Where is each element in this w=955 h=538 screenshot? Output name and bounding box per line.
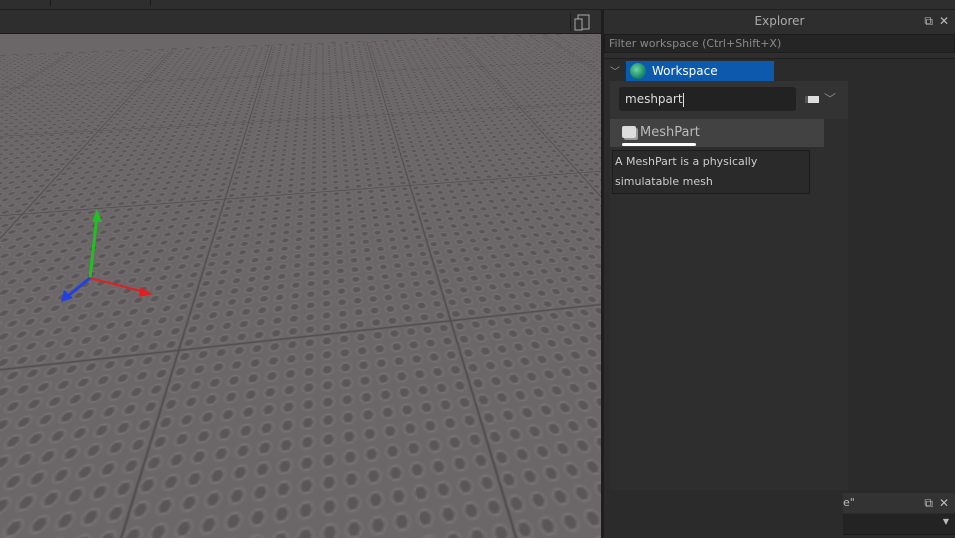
3d-viewport[interactable] <box>0 34 601 538</box>
annotation-underline <box>622 143 696 146</box>
explorer-tree: ﹀ Workspace meshpart ﹀ MeshPart A MeshPa… <box>604 58 955 490</box>
explorer-panel: Explorer ⧉ ✕ Filter workspace (Ctrl+Shift… <box>604 10 955 490</box>
x-axis-arrow <box>90 278 145 292</box>
dropdown-arrow-icon: ▼ <box>943 517 949 526</box>
y-axis-head <box>92 209 102 222</box>
insert-result-meshpart[interactable]: MeshPart <box>610 119 824 147</box>
viewport-toolbar <box>0 10 602 34</box>
explorer-title: Explorer <box>755 14 805 28</box>
toggle-icon[interactable] <box>805 96 819 103</box>
workspace-globe-icon <box>630 63 646 79</box>
top-bar <box>0 0 955 10</box>
properties-title-bar: e" ⧉ ✕ <box>843 490 955 513</box>
insert-object-popup: meshpart ﹀ MeshPart A MeshPart is a phys… <box>610 81 848 491</box>
divider <box>150 0 151 6</box>
tree-continuation <box>604 490 843 538</box>
result-label: MeshPart <box>640 125 700 140</box>
filter-workspace-input[interactable]: Filter workspace (Ctrl+Shift+X) <box>604 34 955 53</box>
close-icon[interactable]: ✕ <box>939 493 949 513</box>
meshpart-icon <box>622 126 636 138</box>
insert-search-input[interactable]: meshpart <box>619 87 796 111</box>
properties-title: e" <box>843 496 855 509</box>
tree-item-workspace[interactable]: ﹀ Workspace <box>604 61 774 81</box>
close-icon[interactable]: ✕ <box>939 10 949 32</box>
float-window-icon[interactable]: ⧉ <box>924 10 933 32</box>
device-emulator-icon[interactable] <box>570 13 598 31</box>
insert-search-row: meshpart ﹀ <box>610 81 848 119</box>
move-gizmo[interactable] <box>0 34 601 538</box>
explorer-title-bar: Explorer ⧉ ✕ <box>604 10 955 32</box>
chevron-down-icon[interactable]: ﹀ <box>610 63 620 78</box>
y-axis-arrow <box>90 216 97 278</box>
workspace-label: Workspace <box>652 64 718 78</box>
search-value: meshpart <box>625 92 683 106</box>
properties-dropdown[interactable]: ▼ <box>843 514 955 535</box>
properties-panel: e" ⧉ ✕ ▼ <box>604 490 955 538</box>
x-axis-head <box>139 287 153 297</box>
z-axis-arrow <box>68 278 90 296</box>
divider <box>50 0 51 6</box>
tooltip: A MeshPart is a physically simulatable m… <box>612 150 810 194</box>
float-window-icon[interactable]: ⧉ <box>924 493 933 513</box>
chevron-down-icon[interactable]: ﹀ <box>824 90 836 107</box>
